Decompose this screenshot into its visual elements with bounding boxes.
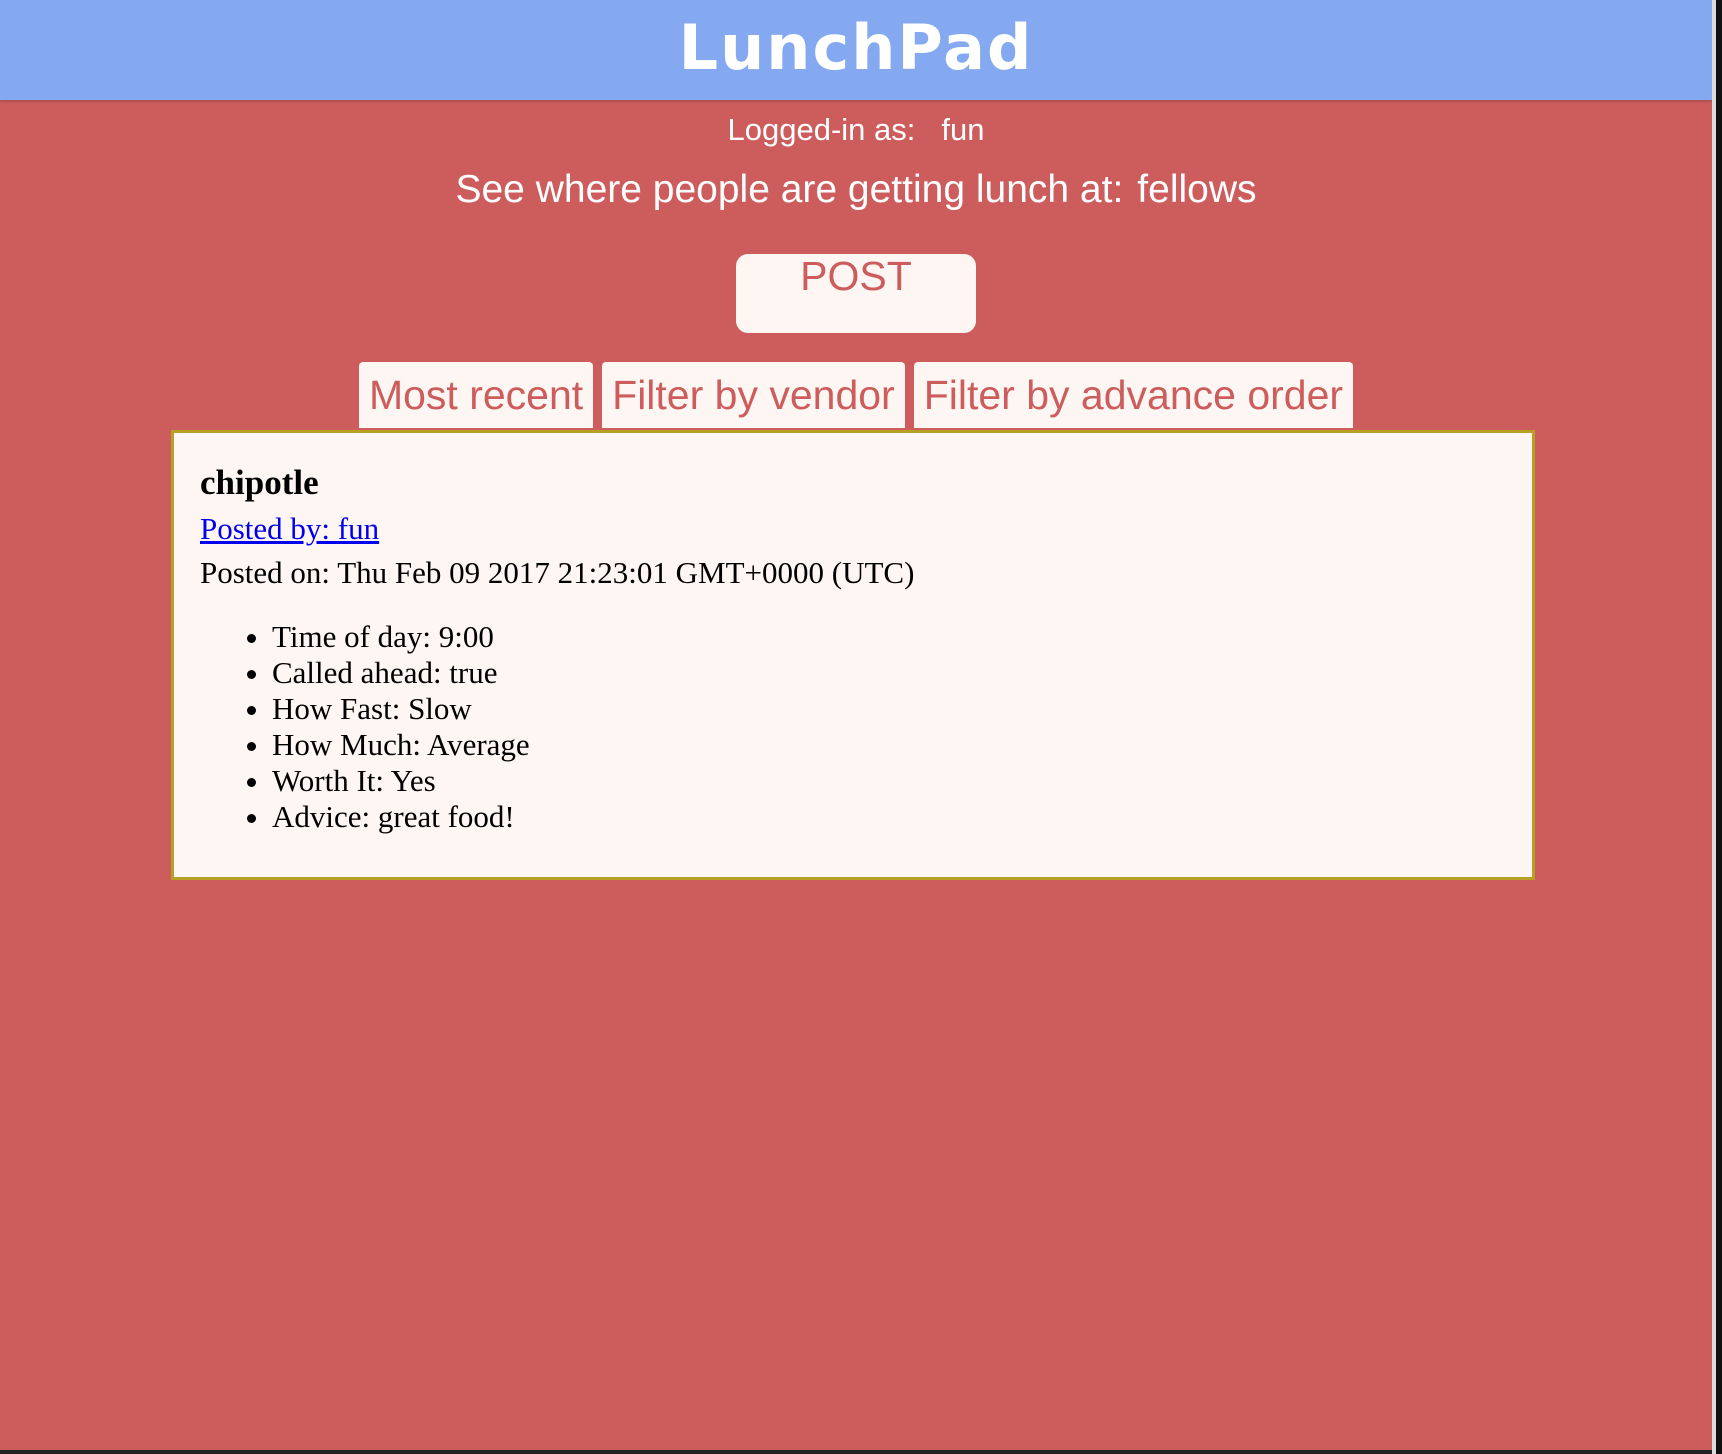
app-logo[interactable]: LunchPad	[679, 12, 1034, 84]
tab-filter-by-advance-order[interactable]: Filter by advance order	[913, 362, 1354, 428]
logged-in-status: Logged-in as: fun	[0, 112, 1712, 148]
posted-on-date: Posted on: Thu Feb 09 2017 21:23:01 GMT+…	[200, 555, 915, 590]
logged-in-label: Logged-in as:	[727, 112, 916, 147]
post-button[interactable]: POST	[736, 254, 976, 333]
filter-tabs: Most recent Filter by vendor Filter by a…	[0, 362, 1712, 428]
detail-time-of-day: Time of day: 9:00	[272, 619, 530, 655]
tab-filter-by-vendor[interactable]: Filter by vendor	[602, 362, 905, 428]
window-bottom-edge	[0, 1450, 1712, 1454]
detail-advice: Advice: great food!	[272, 799, 530, 835]
tab-most-recent[interactable]: Most recent	[358, 362, 594, 428]
group-name: fellows	[1137, 168, 1257, 211]
post-card: chipotle Posted by: fun Posted on: Thu F…	[171, 430, 1535, 880]
window-scrollbar-edge	[1712, 0, 1722, 1454]
page-headline: See where people are getting lunch at: fe…	[0, 168, 1712, 212]
detail-worth-it: Worth It: Yes	[272, 763, 530, 799]
headline-text: See where people are getting lunch at:	[455, 168, 1124, 211]
logged-in-username: fun	[941, 112, 985, 147]
post-button-label: POST	[800, 253, 912, 299]
app-header: LunchPad	[0, 0, 1712, 100]
posted-by-link[interactable]: Posted by: fun	[200, 511, 379, 547]
post-vendor: chipotle	[200, 463, 319, 502]
detail-how-much: How Much: Average	[272, 727, 530, 763]
detail-how-fast: How Fast: Slow	[272, 691, 530, 727]
post-details-list: Time of day: 9:00 Called ahead: true How…	[200, 619, 530, 835]
detail-called-ahead: Called ahead: true	[272, 655, 530, 691]
